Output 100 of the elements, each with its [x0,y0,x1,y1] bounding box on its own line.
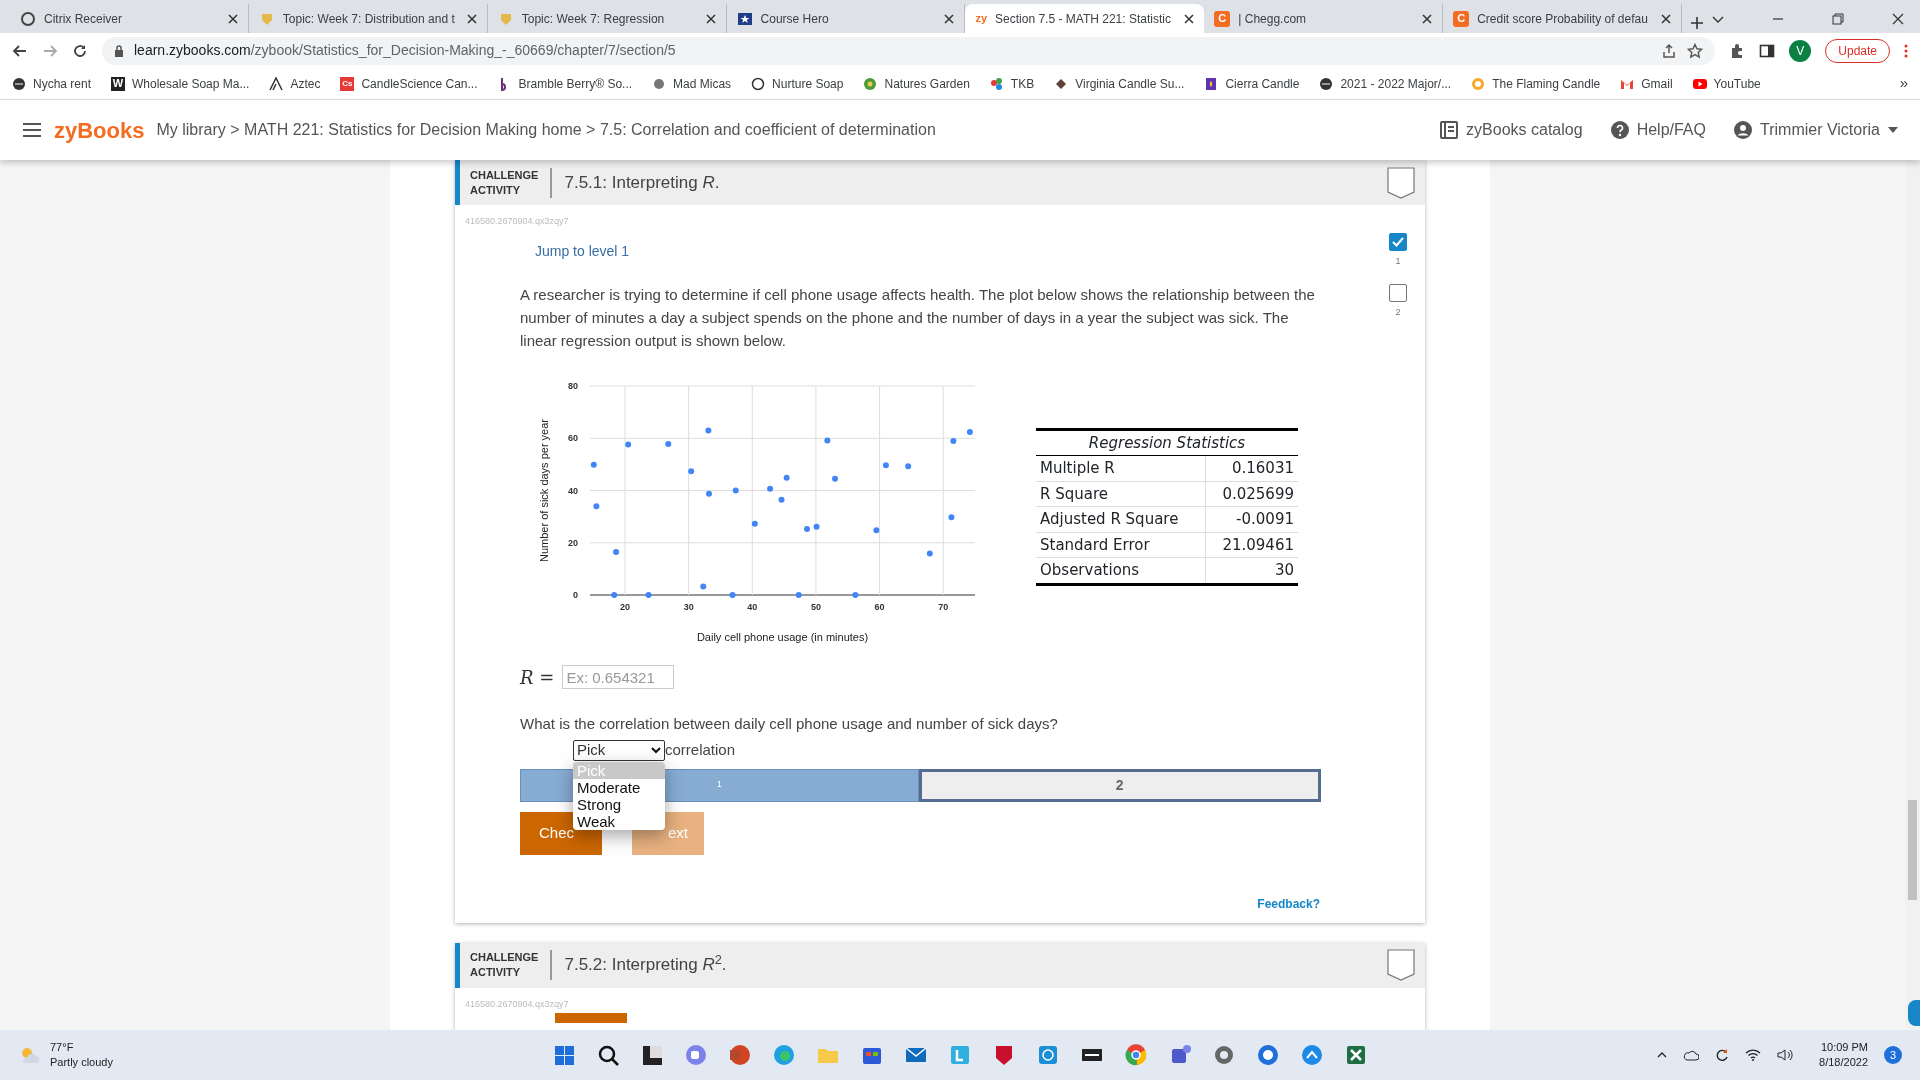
side-panel-icon[interactable] [1759,42,1776,59]
answer-label: R = [520,665,555,690]
tab-title: Topic: Week 7: Distribution and t [282,10,456,28]
data-point [767,485,774,492]
bookmark-icon[interactable] [1387,949,1415,981]
data-point [905,462,912,469]
share-icon[interactable] [1661,42,1678,59]
bookmark[interactable]: W Wholesale Soap Ma... [111,74,250,93]
data-point [950,437,957,444]
wifi-icon[interactable] [1745,1049,1762,1061]
taskbar-app-icon[interactable] [640,1043,664,1067]
user-menu[interactable]: Trimmier Victoria [1760,118,1880,142]
bookmark[interactable]: The Flaming Candle [1471,74,1601,93]
scroll-thumb[interactable] [1908,800,1917,900]
favicon [751,76,766,91]
table-cell: R Square [1036,481,1206,507]
scrollbar[interactable] [1905,160,1920,1030]
side-tab[interactable] [1908,1000,1920,1026]
level-checkbox[interactable] [1389,232,1407,251]
bookmark[interactable]: Virginia Candle Su... [1054,74,1185,93]
close-icon[interactable] [1892,13,1904,25]
data-point [645,591,652,598]
close-icon[interactable] [705,13,716,24]
data-point [778,496,785,503]
bookmark[interactable]: TKB [989,74,1035,93]
taskbar-app-icon[interactable] [596,1043,620,1067]
help-link[interactable]: Help/FAQ [1636,118,1706,142]
answer-field[interactable]: Ex: 0.654321 [562,665,675,689]
lock-icon [114,44,124,57]
favicon [1054,76,1069,91]
dropdown[interactable]: Pick [573,739,665,761]
bookmark-icon[interactable] [1387,166,1415,199]
bookmark[interactable]: 2021 - 2022 Major/... [1319,74,1452,93]
favicon [20,10,36,27]
favicon: C [1453,10,1470,27]
feedback-link[interactable]: Feedback? [520,894,1320,913]
activity-badge: CHALLENGE ACTIVITY [470,167,553,198]
star-icon[interactable] [1687,42,1704,59]
table-cell: Observations [1036,557,1206,584]
cloud-icon[interactable] [1683,1049,1700,1061]
profile-avatar[interactable]: V [1789,39,1812,62]
breadcrumb: My library > MATH 221: Statistics for Decision Making home > 7.5: Correlation and coefficient of determination [156,120,936,140]
menu-icon[interactable] [22,122,42,138]
speaker-icon[interactable] [1777,1049,1794,1061]
bookmark[interactable]: Aztec [269,74,321,93]
notification-badge[interactable]: 3 [1884,1046,1902,1064]
bookmark[interactable]: Nycha rent [12,74,92,93]
bookmark[interactable]: Cs CandleScience Can... [340,74,478,93]
close-icon[interactable] [227,13,238,24]
tick-label: 20 [620,601,630,612]
data-point [804,525,810,532]
close-icon[interactable] [466,13,477,24]
close-icon[interactable] [944,13,955,24]
caret-icon[interactable] [1888,127,1898,133]
taskbar-app-icon[interactable] [1344,1043,1368,1067]
favicon [1319,76,1334,91]
level-checkbox[interactable] [1389,284,1407,302]
url-text: learn.zybooks.com/zybook/Statistics_for_Decision-Making_-_60669/chapter/7/section/5 [134,41,676,60]
progress-segment[interactable]: 2 [918,768,1321,802]
chevron-up-icon[interactable] [1657,1052,1668,1058]
data-point [590,461,597,468]
bookmark[interactable]: Mad Micas [652,74,732,93]
close-icon[interactable] [1661,13,1671,24]
dropdown-option[interactable]: Moderate [573,779,665,796]
tab-title: Credit score Probability of defau [1477,10,1649,28]
catalog-link[interactable]: zyBooks catalog [1466,118,1583,142]
bookmark[interactable]: Gmail [1620,74,1673,93]
clock-time[interactable]: 10:09 PM [1819,1040,1868,1055]
menu-icon[interactable] [1904,43,1908,58]
user-avatar-icon [1734,121,1752,139]
data-point [966,428,973,435]
address-bar[interactable]: learn.zybooks.com/zybook/Statistics_for_Decision-Making_-_60669/chapter/7/section/5 [102,36,1716,65]
data-point [795,591,802,598]
data-point [732,487,739,493]
bookmark[interactable]: Nurture Soap [751,74,844,93]
close-icon[interactable] [1422,13,1433,24]
data-point [665,440,672,447]
restore-icon[interactable] [1832,13,1844,25]
tick-label: 50 [810,601,821,612]
jump-link[interactable]: Jump to level 1 [535,240,630,262]
data-point [813,523,820,530]
back-icon[interactable] [12,42,28,59]
more-bookmarks[interactable]: » [1899,72,1908,95]
browser-tab[interactable]: zy Section 7.5 - MATH 221: Statistic [965,4,1205,33]
bookmark[interactable]: Natures Garden [863,74,970,93]
favicon: C [1214,10,1231,27]
bookmark[interactable]: Bramble Berry® So... [497,74,633,93]
data-point [700,582,707,589]
help-icon [1610,121,1629,139]
tick-label: 40 [568,485,578,495]
sync-icon[interactable] [1715,1048,1730,1062]
bookmark[interactable]: Cierra Candle [1204,74,1300,93]
table-cell: 0.16031 [1205,455,1298,481]
reload-icon[interactable] [72,42,88,59]
clock-date[interactable]: 8/18/2022 [1819,1055,1868,1070]
bookmark[interactable]: YouTube [1692,74,1761,93]
problem-text: A researcher is trying to determine if cell phone usage affects health. The plot below shows the relationship between the number of minutes a day a subject spends on the phone and the number of days in a year the subject was sick. The linear regression output is shown below. [520,284,1316,351]
weather-text: Partly cloudy [50,1055,113,1070]
close-icon[interactable] [1184,13,1195,24]
tick-label: 20 [568,537,578,548]
